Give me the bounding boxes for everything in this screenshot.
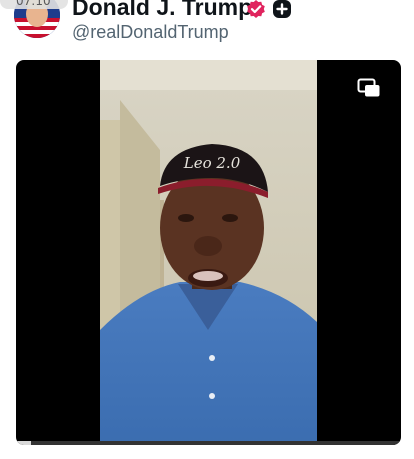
video-progress-fill <box>16 441 32 445</box>
video-still: Leo 2.0 <box>100 60 317 445</box>
post-container: 07:10 Donald J. Trump @realDonaldTrump L… <box>0 0 414 459</box>
display-name[interactable]: Donald J. Trump <box>72 0 252 21</box>
verified-badge-icon <box>247 0 265 18</box>
picture-in-picture-icon[interactable] <box>357 78 381 98</box>
video-frame: Leo 2.0 <box>100 60 317 445</box>
status-time: 07:10 <box>0 0 68 9</box>
video-player[interactable]: Leo 2.0 <box>16 60 401 445</box>
user-handle[interactable]: @realDonaldTrump <box>72 22 229 43</box>
cap-text: Leo 2.0 <box>183 154 241 172</box>
plus-square-icon[interactable] <box>272 0 292 19</box>
post-header: 07:10 Donald J. Trump @realDonaldTrump <box>0 0 414 52</box>
video-progress-bar[interactable] <box>16 441 401 445</box>
